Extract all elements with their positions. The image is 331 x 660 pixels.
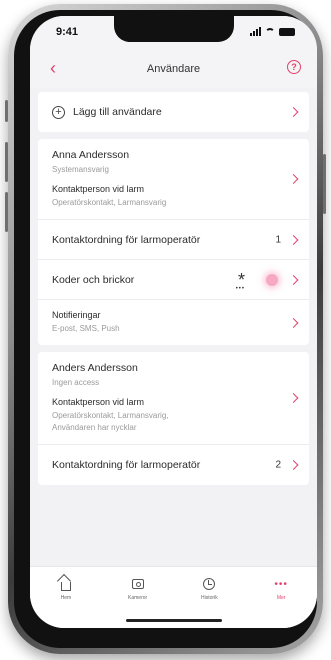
add-user-card: + Lägg till användare [38,92,309,132]
chevron-right-icon [288,274,299,285]
contact-title: Kontaktperson vid larm [52,184,145,194]
contact-detail: Operatörskontakt, Larmansvarig [52,198,167,207]
tab-label: Historik [201,595,218,601]
tab-more[interactable]: ••• Mer [256,577,306,628]
question-circle-icon[interactable]: ? [287,60,301,74]
contact-detail-line1: Operatörskontakt, Larmansvarig, [52,411,169,420]
contact-order-row[interactable]: Kontaktordning för larmoperatör 2 [38,445,309,485]
contact-order-row[interactable]: Kontaktordning för larmoperatör 1 [38,220,309,260]
home-indicator [126,619,222,622]
chevron-right-icon [288,107,299,117]
codes-row[interactable]: Koder och brickor * ••• [38,260,309,300]
wifi-icon [265,28,275,36]
contact-order-label: Kontaktordning för larmoperatör [52,459,201,471]
home-icon [60,581,71,591]
contact-order-value: 1 [275,234,281,245]
asterisk-icon: * [237,270,245,290]
contact-order-value: 2 [275,459,281,471]
notifications-row[interactable]: Notifieringar E-post, SMS, Push [38,300,309,345]
tab-label: Hem [60,595,72,601]
user-details-row[interactable]: Anders Andersson Ingen access Kontaktper… [38,352,309,445]
more-icon: ••• [274,578,288,590]
plus-circle-icon: + [52,105,65,119]
tab-label: Mer [276,595,286,601]
side-button-left-mid [5,142,8,182]
clock-icon [203,578,216,590]
contact-order-label: Kontaktordning för larmoperatör [52,233,201,246]
side-button-right [323,154,326,214]
chevron-right-icon [288,174,299,184]
user-list: + Lägg till användare Anna Andersson Sys… [38,92,309,492]
camera-icon [131,579,144,589]
contact-detail-line2: Användaren har nycklar [52,423,137,432]
user-role: Ingen access [52,378,100,387]
signal-icon [250,27,261,36]
side-button-left-bottom [5,192,8,232]
chevron-right-icon [288,317,299,328]
app-screen: 9:41 ‹ Användare ? + Lägg till användare… [30,16,317,628]
add-user-button[interactable]: + Lägg till användare [38,92,309,132]
notifications-label: Notifieringar [52,310,101,320]
notifications-detail: E-post, SMS, Push [52,324,120,333]
notch [114,16,234,42]
chevron-right-icon [288,393,299,403]
tap-indicator-dot [266,273,278,286]
codes-label: Koder och brickor [52,273,135,286]
user-card-anders: Anders Andersson Ingen access Kontaktper… [38,352,309,485]
chevron-left-icon[interactable]: ‹ [50,58,56,78]
user-card-anna: Anna Andersson Systemansvarig Kontaktper… [38,139,309,345]
user-details-row[interactable]: Anna Andersson Systemansvarig Kontaktper… [38,139,309,220]
add-user-label: Lägg till användare [73,106,162,118]
status-time: 9:41 [56,26,79,38]
user-role: Systemansvarig [52,165,109,174]
chevron-right-icon [288,234,299,245]
user-name: Anders Andersson [52,362,138,374]
contact-title: Kontaktperson vid larm [52,397,145,407]
chevron-right-icon [288,460,299,470]
user-name: Anna Andersson [52,149,130,161]
page-title: Användare [146,63,201,75]
nav-header: ‹ Användare ? [30,50,317,88]
side-button-left-top [5,100,8,122]
tab-home[interactable]: Hem [41,577,91,628]
status-icons [250,27,295,36]
tab-label: Kameror [128,595,148,601]
battery-icon [279,28,295,36]
asterisk-dots: ••• [235,286,245,292]
